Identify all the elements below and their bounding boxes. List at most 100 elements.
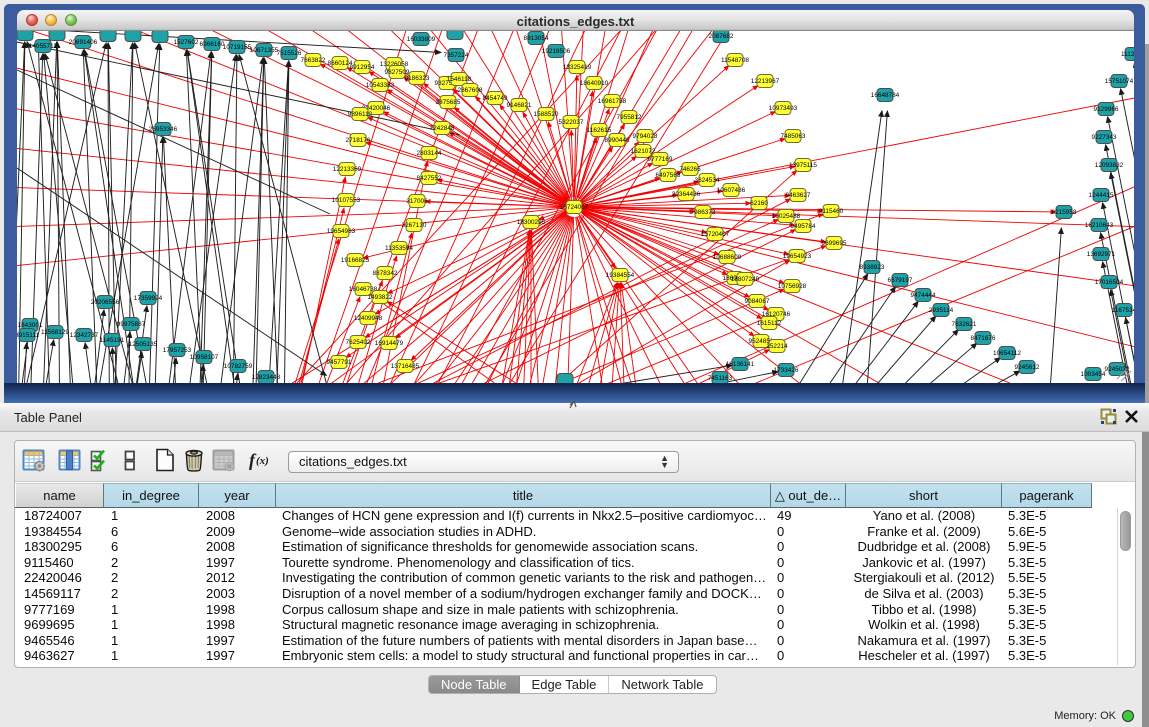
svg-text:16914479: 16914479 (375, 340, 404, 347)
svg-text:6497568: 6497568 (656, 172, 681, 179)
svg-text:7632621: 7632621 (952, 321, 977, 328)
svg-text:16033809: 16033809 (407, 36, 436, 43)
svg-text:1112473: 1112473 (1121, 51, 1134, 58)
svg-text:1615112: 1615112 (757, 320, 782, 327)
svg-text:8427552: 8427552 (417, 175, 442, 182)
svg-text:10607486: 10607486 (717, 187, 746, 194)
svg-text:6679197: 6679197 (888, 277, 913, 284)
svg-text:20206556: 20206556 (91, 299, 120, 306)
svg-text:10973493: 10973493 (769, 105, 798, 112)
svg-text:7242848: 7242848 (430, 125, 455, 132)
svg-text:10671355: 10671355 (250, 47, 279, 54)
svg-text:10654112: 10654112 (993, 350, 1021, 357)
svg-text:17016504: 17016504 (1095, 279, 1124, 286)
svg-text:8878342: 8878342 (373, 270, 398, 277)
svg-text:9794028: 9794028 (633, 133, 658, 140)
svg-text:99975887: 99975887 (117, 321, 146, 328)
svg-text:2867608: 2867608 (458, 87, 483, 94)
svg-text:7485063: 7485063 (781, 133, 806, 140)
svg-text:17359924: 17359924 (134, 295, 163, 302)
svg-text:7451163: 7451163 (708, 375, 733, 382)
svg-text:16210643: 16210643 (1085, 222, 1114, 229)
svg-text:18807249: 18807249 (731, 276, 760, 283)
svg-text:13975115: 13975115 (789, 162, 817, 169)
svg-text:10782759: 10782759 (224, 363, 253, 370)
svg-text:12823448: 12823448 (252, 374, 281, 381)
svg-text:10107553: 10107553 (332, 197, 361, 204)
svg-text:13325419: 13325419 (563, 64, 592, 71)
svg-text:19384554: 19384554 (606, 272, 635, 279)
svg-text:12213967: 12213967 (751, 78, 780, 85)
svg-text:19218506: 19218506 (542, 48, 571, 55)
svg-text:9227343: 9227343 (1092, 134, 1117, 141)
svg-text:1493822: 1493822 (368, 294, 393, 301)
svg-text:(x): (x) (256, 455, 269, 467)
svg-text:1003454: 1003454 (1081, 371, 1106, 378)
svg-text:10688609: 10688609 (713, 254, 742, 261)
svg-text:19166825: 19166825 (341, 257, 370, 264)
svg-text:1527602: 1527602 (174, 39, 199, 46)
svg-text:1244415: 1244415 (1089, 192, 1114, 199)
svg-text:9699695: 9699695 (822, 240, 847, 247)
svg-text:20691406: 20691406 (69, 39, 98, 46)
svg-text:7955812: 7955812 (617, 114, 642, 121)
svg-text:3915111: 3915111 (17, 332, 39, 339)
svg-text:1145191: 1145191 (100, 337, 125, 344)
svg-text:10543382: 10543382 (366, 82, 395, 89)
svg-text:12213369: 12213369 (333, 166, 362, 173)
svg-text:11353594: 11353594 (385, 245, 413, 252)
svg-text:18724007: 18724007 (560, 204, 589, 211)
svg-text:317006: 317006 (406, 198, 428, 205)
svg-text:1546118: 1546118 (447, 76, 472, 83)
svg-text:9115460: 9115460 (819, 208, 844, 215)
svg-text:15720407: 15720407 (701, 231, 730, 238)
svg-text:19654983: 19654983 (327, 228, 356, 235)
svg-text:18640910: 18640910 (580, 80, 609, 87)
svg-text:12093832: 12093832 (1095, 162, 1124, 169)
svg-text:12505135: 12505135 (129, 341, 158, 348)
svg-text:17957253: 17957253 (163, 347, 192, 354)
svg-text:16136141: 16136141 (726, 361, 755, 368)
svg-text:14055712: 14055712 (29, 43, 58, 50)
svg-text:10719155: 10719155 (223, 44, 252, 51)
svg-text:9896112: 9896112 (348, 111, 373, 118)
svg-text:11568129: 11568129 (41, 329, 69, 336)
svg-text:252214: 252214 (766, 343, 788, 350)
svg-text:16648784: 16648784 (871, 92, 900, 99)
svg-text:8215958: 8215958 (1052, 209, 1077, 216)
svg-text:7986372: 7986372 (691, 209, 716, 216)
svg-text:9084067: 9084067 (745, 298, 770, 305)
svg-text:5322037: 5322037 (559, 119, 584, 126)
svg-text:10958107: 10958107 (190, 354, 219, 361)
svg-text:62160: 62160 (750, 200, 768, 207)
svg-text:3267130: 3267130 (402, 222, 427, 229)
svg-text:8912954: 8912954 (350, 64, 375, 71)
svg-text:2803144: 2803144 (417, 150, 442, 157)
svg-text:2935114: 2935114 (929, 307, 954, 314)
svg-text:7663822: 7663822 (301, 57, 326, 64)
svg-text:8454749: 8454749 (483, 95, 508, 102)
svg-text:7515526: 7515526 (277, 50, 302, 57)
svg-text:15751074: 15751074 (1105, 78, 1134, 85)
svg-text:8990448: 8990448 (605, 137, 630, 144)
svg-text:8813054: 8813054 (524, 35, 549, 42)
svg-text:9146821: 9146821 (507, 102, 532, 109)
svg-text:1588520: 1588520 (534, 111, 559, 118)
svg-text:18300295: 18300295 (517, 219, 546, 226)
svg-text:9777169: 9777169 (648, 156, 673, 163)
svg-text:10756928: 10756928 (778, 283, 807, 290)
svg-text:2718176: 2718176 (346, 137, 371, 144)
svg-text:9474444: 9474444 (911, 292, 936, 299)
svg-text:11548708: 11548708 (721, 57, 749, 64)
svg-text:3875685: 3875685 (436, 99, 461, 106)
svg-text:6966160: 6966160 (200, 41, 225, 48)
svg-text:7625402: 7625402 (346, 339, 371, 346)
svg-text:8938923: 8938923 (860, 264, 885, 271)
svg-text:7357224: 7357224 (444, 52, 469, 59)
svg-text:1162615: 1162615 (587, 127, 612, 134)
svg-text:12342737: 12342737 (70, 332, 99, 339)
svg-text:10025488: 10025488 (772, 213, 801, 220)
svg-text:9457791: 9457791 (327, 359, 352, 366)
svg-text:12409948: 12409948 (354, 315, 383, 322)
svg-text:16961758: 16961758 (598, 98, 627, 105)
